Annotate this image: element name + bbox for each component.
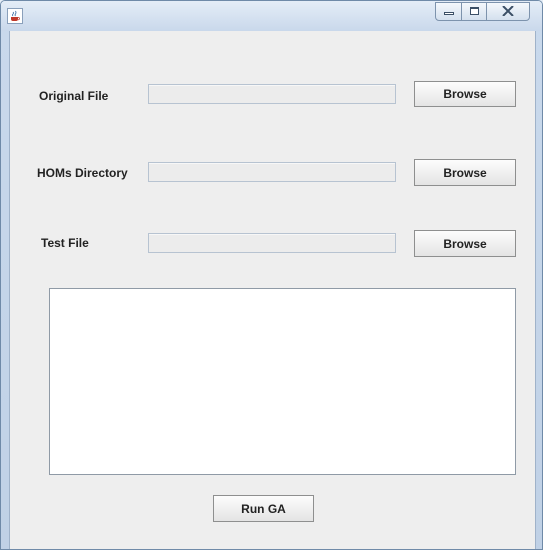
title-bar[interactable] [1, 1, 542, 31]
close-icon [502, 6, 514, 16]
test-file-label: Test File [41, 236, 89, 250]
output-text-area[interactable] [49, 288, 516, 475]
original-file-value [149, 87, 152, 101]
minimize-button[interactable] [435, 2, 462, 21]
homs-directory-label: HOMs Directory [37, 166, 128, 180]
java-cup-icon[interactable] [7, 8, 23, 24]
content-panel: Original File Browse HOMs Directory Brow… [9, 31, 536, 549]
run-ga-button[interactable]: Run GA [213, 495, 314, 522]
original-file-field[interactable] [148, 84, 396, 104]
browse-homs-directory-button[interactable]: Browse [414, 159, 516, 186]
homs-directory-value [149, 165, 152, 179]
browse-original-file-button[interactable]: Browse [414, 81, 516, 107]
minimize-icon [444, 12, 454, 15]
maximize-icon [470, 7, 479, 15]
test-file-field[interactable] [148, 233, 396, 253]
browse-test-file-button[interactable]: Browse [414, 230, 516, 257]
homs-directory-field[interactable] [148, 162, 396, 182]
maximize-button[interactable] [461, 2, 487, 21]
original-file-label: Original File [39, 89, 109, 103]
app-window: Original File Browse HOMs Directory Brow… [0, 0, 543, 550]
test-file-value [149, 236, 152, 250]
close-button[interactable] [486, 2, 530, 21]
